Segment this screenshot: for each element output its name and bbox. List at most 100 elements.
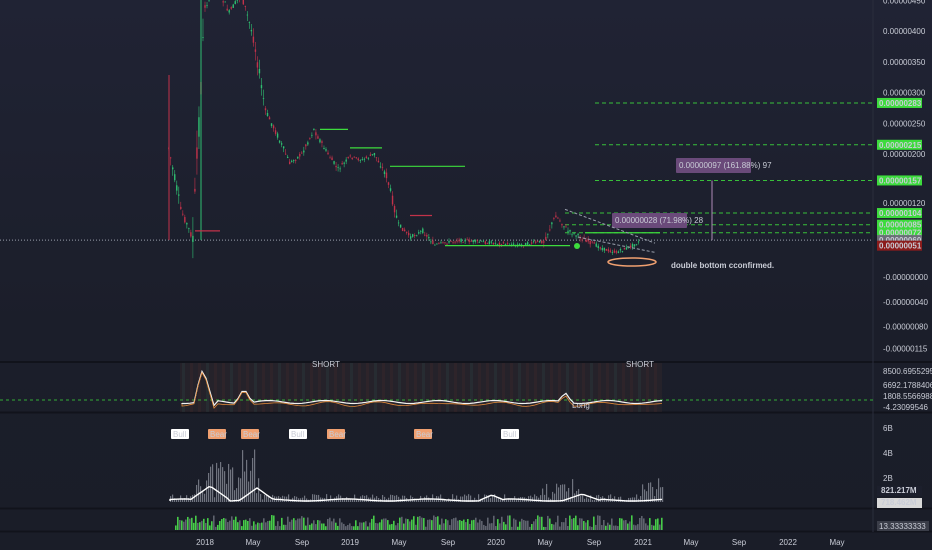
histogram-bar bbox=[623, 520, 625, 530]
entry-marker[interactable] bbox=[574, 243, 580, 249]
candle-body bbox=[244, 5, 247, 7]
candle-body bbox=[605, 248, 608, 251]
candle-body bbox=[311, 134, 313, 136]
volume-bar bbox=[216, 462, 218, 502]
candle-body bbox=[551, 222, 553, 225]
histogram-bar bbox=[655, 519, 657, 530]
histogram-bar bbox=[541, 516, 543, 530]
time-axis-label: 2020 bbox=[487, 538, 505, 547]
volume-bar bbox=[212, 464, 214, 502]
histogram-bar bbox=[509, 515, 511, 530]
candle-body bbox=[625, 247, 628, 250]
oscillator-band bbox=[350, 363, 353, 412]
candle-body bbox=[607, 249, 610, 252]
histogram-bar bbox=[363, 522, 365, 530]
histogram-bar bbox=[539, 516, 541, 530]
candle-body bbox=[224, 1, 226, 3]
candle-body bbox=[414, 234, 416, 236]
candle-body bbox=[418, 232, 420, 234]
histogram-bar bbox=[343, 523, 345, 530]
histogram-bar bbox=[277, 521, 279, 530]
histogram-bar bbox=[329, 517, 331, 530]
double-bottom-marker[interactable] bbox=[607, 257, 657, 267]
histogram-bar bbox=[441, 518, 443, 530]
histogram-bar bbox=[651, 524, 653, 530]
candle-body bbox=[494, 242, 497, 244]
candle-body bbox=[284, 153, 287, 155]
time-axis-label: 2022 bbox=[779, 538, 797, 547]
candle-body bbox=[272, 125, 275, 129]
histogram-bar bbox=[311, 523, 313, 530]
histogram-bar bbox=[307, 517, 309, 530]
candle-body bbox=[537, 241, 539, 243]
candle-body bbox=[188, 228, 190, 229]
candle-body bbox=[363, 158, 366, 160]
candle-body bbox=[563, 226, 565, 228]
oscillator-band bbox=[294, 363, 297, 412]
volume-bar bbox=[262, 499, 264, 502]
oscillator-band bbox=[406, 363, 409, 412]
volume-bar bbox=[338, 494, 340, 502]
histogram-bar bbox=[409, 521, 411, 530]
oscillator-axis-tick: 8500.69552953 bbox=[883, 367, 932, 376]
histogram-bar bbox=[393, 520, 395, 530]
chart-canvas[interactable]: 0.00000450 0.00000400 0.00000350 0.00000300… bbox=[0, 0, 932, 550]
volume-bar bbox=[440, 494, 442, 502]
candle-body bbox=[337, 167, 339, 168]
oscillator-band bbox=[286, 363, 289, 412]
oscillator-band bbox=[590, 363, 593, 412]
candle-body bbox=[615, 251, 618, 253]
candle-body bbox=[351, 157, 353, 160]
trading-chart-window: 0.00000450 0.00000400 0.00000350 0.00000300… bbox=[0, 0, 932, 550]
candle-body bbox=[549, 229, 551, 231]
histogram-bar bbox=[607, 522, 609, 530]
candle-body bbox=[190, 232, 192, 237]
volume-bar bbox=[648, 482, 650, 502]
volume-bar bbox=[254, 449, 256, 502]
histogram-bar bbox=[331, 521, 333, 530]
candle-body bbox=[383, 171, 386, 174]
histogram-bar bbox=[621, 518, 623, 530]
histogram-bar bbox=[265, 522, 267, 530]
candle-body bbox=[323, 147, 325, 150]
histogram-bar bbox=[533, 521, 535, 530]
candle-body bbox=[474, 239, 476, 243]
oscillator-band bbox=[446, 363, 449, 412]
oscillator-band bbox=[198, 363, 201, 412]
histogram-bar bbox=[565, 517, 567, 530]
candle-body bbox=[395, 215, 398, 218]
histogram-bar bbox=[209, 525, 211, 530]
price-axis-tick: -0.00000000 bbox=[883, 273, 928, 282]
candle-body bbox=[403, 229, 406, 232]
volume-bar bbox=[610, 494, 612, 502]
oscillator-band bbox=[302, 363, 305, 412]
histogram-bar bbox=[569, 515, 571, 530]
candle-body bbox=[410, 236, 412, 239]
histogram-bar bbox=[315, 524, 317, 530]
histogram-axis-tick: 13.33333333 bbox=[879, 522, 926, 531]
candle-body bbox=[535, 241, 537, 243]
histogram-bar bbox=[555, 522, 557, 530]
histogram-bar bbox=[191, 517, 193, 530]
candle-body bbox=[458, 239, 460, 242]
histogram-bar bbox=[257, 522, 259, 530]
volume-bar bbox=[586, 497, 588, 502]
histogram-bar bbox=[475, 517, 477, 530]
histogram-bar bbox=[189, 518, 191, 530]
candle-body bbox=[204, 5, 206, 8]
histogram-bar bbox=[225, 518, 227, 530]
candle-body bbox=[438, 242, 440, 244]
volume-bar bbox=[566, 491, 568, 502]
histogram-bar bbox=[451, 519, 453, 530]
oscillator-band bbox=[438, 363, 441, 412]
volume-bar bbox=[428, 497, 430, 502]
histogram-bar bbox=[437, 516, 439, 530]
candle-body bbox=[186, 223, 188, 225]
histogram-bar bbox=[433, 515, 435, 530]
histogram-bar bbox=[193, 522, 195, 530]
candle-body bbox=[623, 247, 626, 250]
histogram-bar bbox=[295, 520, 297, 530]
histogram-bar bbox=[187, 516, 189, 530]
candle-body bbox=[436, 243, 438, 245]
volume-bar bbox=[512, 499, 514, 502]
